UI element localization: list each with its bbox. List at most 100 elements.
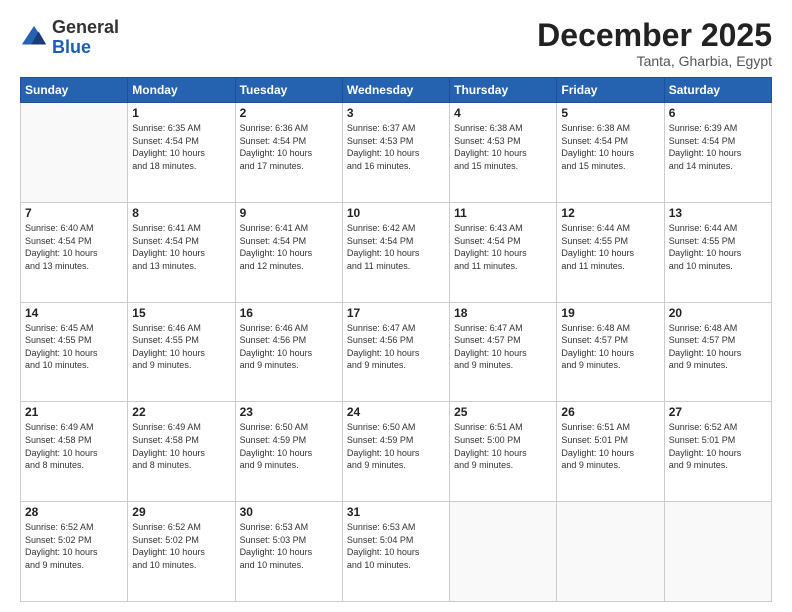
- table-row: 21 Sunrise: 6:49 AM Sunset: 4:58 PM Dayli…: [21, 402, 128, 502]
- calendar-title: December 2025: [537, 18, 772, 53]
- col-wednesday: Wednesday: [342, 78, 449, 103]
- col-saturday: Saturday: [664, 78, 771, 103]
- day-number: 12: [561, 206, 659, 220]
- logo-text: General Blue: [52, 18, 119, 58]
- col-monday: Monday: [128, 78, 235, 103]
- day-number: 22: [132, 405, 230, 419]
- day-number: 6: [669, 106, 767, 120]
- table-row: 17 Sunrise: 6:47 AM Sunset: 4:56 PM Dayli…: [342, 302, 449, 402]
- day-number: 3: [347, 106, 445, 120]
- table-row: 5Sunrise: 6:38 AM Sunset: 4:54 PM Daylig…: [557, 103, 664, 203]
- col-friday: Friday: [557, 78, 664, 103]
- table-row: 26Sunrise: 6:51 AM Sunset: 5:01 PM Dayli…: [557, 402, 664, 502]
- table-row: 9 Sunrise: 6:41 AM Sunset: 4:54 PM Daylig…: [235, 202, 342, 302]
- day-info: Sunrise: 6:44 AM Sunset: 4:55 PM Dayligh…: [669, 222, 767, 272]
- day-number: 24: [347, 405, 445, 419]
- day-info: Sunrise: 6:51 AM Sunset: 5:01 PM Dayligh…: [561, 421, 659, 471]
- table-row: [21, 103, 128, 203]
- day-info: Sunrise: 6:46 AM Sunset: 4:55 PM Dayligh…: [132, 322, 230, 372]
- table-row: 25 Sunrise: 6:51 AM Sunset: 5:00 PM Dayli…: [450, 402, 557, 502]
- day-info: Sunrise: 6:45 AM Sunset: 4:55 PM Dayligh…: [25, 322, 123, 372]
- day-info: Sunrise: 6:53 AM Sunset: 5:04 PM Dayligh…: [347, 521, 445, 571]
- day-info: Sunrise: 6:35 AM Sunset: 4:54 PM Dayligh…: [132, 122, 230, 172]
- calendar-header-row: Sunday Monday Tuesday Wednesday Thursday…: [21, 78, 772, 103]
- table-row: 3Sunrise: 6:37 AM Sunset: 4:53 PM Daylig…: [342, 103, 449, 203]
- calendar-week-row: 14 Sunrise: 6:45 AM Sunset: 4:55 PM Dayli…: [21, 302, 772, 402]
- day-info: Sunrise: 6:50 AM Sunset: 4:59 PM Dayligh…: [347, 421, 445, 471]
- table-row: 8 Sunrise: 6:41 AM Sunset: 4:54 PM Daylig…: [128, 202, 235, 302]
- table-row: 4Sunrise: 6:38 AM Sunset: 4:53 PM Daylig…: [450, 103, 557, 203]
- day-number: 9: [240, 206, 338, 220]
- table-row: 23Sunrise: 6:50 AM Sunset: 4:59 PM Dayli…: [235, 402, 342, 502]
- day-number: 25: [454, 405, 552, 419]
- table-row: 27Sunrise: 6:52 AM Sunset: 5:01 PM Dayli…: [664, 402, 771, 502]
- table-row: [450, 502, 557, 602]
- page: General Blue December 2025 Tanta, Gharbi…: [0, 0, 792, 612]
- day-number: 14: [25, 306, 123, 320]
- day-number: 2: [240, 106, 338, 120]
- table-row: 14 Sunrise: 6:45 AM Sunset: 4:55 PM Dayli…: [21, 302, 128, 402]
- day-number: 17: [347, 306, 445, 320]
- day-info: Sunrise: 6:53 AM Sunset: 5:03 PM Dayligh…: [240, 521, 338, 571]
- day-info: Sunrise: 6:49 AM Sunset: 4:58 PM Dayligh…: [132, 421, 230, 471]
- table-row: 11 Sunrise: 6:43 AM Sunset: 4:54 PM Dayli…: [450, 202, 557, 302]
- table-row: 10Sunrise: 6:42 AM Sunset: 4:54 PM Dayli…: [342, 202, 449, 302]
- day-number: 21: [25, 405, 123, 419]
- day-number: 15: [132, 306, 230, 320]
- col-thursday: Thursday: [450, 78, 557, 103]
- day-info: Sunrise: 6:43 AM Sunset: 4:54 PM Dayligh…: [454, 222, 552, 272]
- logo-icon: [20, 24, 48, 52]
- table-row: 2 Sunrise: 6:36 AM Sunset: 4:54 PM Daylig…: [235, 103, 342, 203]
- day-info: Sunrise: 6:52 AM Sunset: 5:02 PM Dayligh…: [132, 521, 230, 571]
- table-row: 22 Sunrise: 6:49 AM Sunset: 4:58 PM Dayli…: [128, 402, 235, 502]
- day-number: 19: [561, 306, 659, 320]
- day-number: 18: [454, 306, 552, 320]
- table-row: [557, 502, 664, 602]
- day-number: 11: [454, 206, 552, 220]
- day-number: 1: [132, 106, 230, 120]
- table-row: 31 Sunrise: 6:53 AM Sunset: 5:04 PM Dayli…: [342, 502, 449, 602]
- day-info: Sunrise: 6:51 AM Sunset: 5:00 PM Dayligh…: [454, 421, 552, 471]
- logo: General Blue: [20, 18, 119, 58]
- day-info: Sunrise: 6:52 AM Sunset: 5:02 PM Dayligh…: [25, 521, 123, 571]
- calendar-week-row: 7Sunrise: 6:40 AM Sunset: 4:54 PM Daylig…: [21, 202, 772, 302]
- table-row: 24 Sunrise: 6:50 AM Sunset: 4:59 PM Dayli…: [342, 402, 449, 502]
- day-info: Sunrise: 6:40 AM Sunset: 4:54 PM Dayligh…: [25, 222, 123, 272]
- day-info: Sunrise: 6:47 AM Sunset: 4:56 PM Dayligh…: [347, 322, 445, 372]
- day-info: Sunrise: 6:42 AM Sunset: 4:54 PM Dayligh…: [347, 222, 445, 272]
- day-number: 31: [347, 505, 445, 519]
- day-info: Sunrise: 6:44 AM Sunset: 4:55 PM Dayligh…: [561, 222, 659, 272]
- day-info: Sunrise: 6:47 AM Sunset: 4:57 PM Dayligh…: [454, 322, 552, 372]
- day-info: Sunrise: 6:48 AM Sunset: 4:57 PM Dayligh…: [561, 322, 659, 372]
- table-row: 29Sunrise: 6:52 AM Sunset: 5:02 PM Dayli…: [128, 502, 235, 602]
- day-number: 8: [132, 206, 230, 220]
- table-row: 16Sunrise: 6:46 AM Sunset: 4:56 PM Dayli…: [235, 302, 342, 402]
- table-row: [664, 502, 771, 602]
- title-area: December 2025 Tanta, Gharbia, Egypt: [537, 18, 772, 69]
- calendar-week-row: 1 Sunrise: 6:35 AM Sunset: 4:54 PM Daylig…: [21, 103, 772, 203]
- table-row: 20 Sunrise: 6:48 AM Sunset: 4:57 PM Dayli…: [664, 302, 771, 402]
- day-info: Sunrise: 6:52 AM Sunset: 5:01 PM Dayligh…: [669, 421, 767, 471]
- day-info: Sunrise: 6:48 AM Sunset: 4:57 PM Dayligh…: [669, 322, 767, 372]
- table-row: 28Sunrise: 6:52 AM Sunset: 5:02 PM Dayli…: [21, 502, 128, 602]
- calendar-subtitle: Tanta, Gharbia, Egypt: [537, 53, 772, 69]
- table-row: 30 Sunrise: 6:53 AM Sunset: 5:03 PM Dayli…: [235, 502, 342, 602]
- day-info: Sunrise: 6:50 AM Sunset: 4:59 PM Dayligh…: [240, 421, 338, 471]
- logo-general-text: General: [52, 17, 119, 37]
- day-info: Sunrise: 6:41 AM Sunset: 4:54 PM Dayligh…: [240, 222, 338, 272]
- day-number: 5: [561, 106, 659, 120]
- day-info: Sunrise: 6:38 AM Sunset: 4:53 PM Dayligh…: [454, 122, 552, 172]
- day-number: 30: [240, 505, 338, 519]
- col-sunday: Sunday: [21, 78, 128, 103]
- table-row: 6Sunrise: 6:39 AM Sunset: 4:54 PM Daylig…: [664, 103, 771, 203]
- table-row: 13Sunrise: 6:44 AM Sunset: 4:55 PM Dayli…: [664, 202, 771, 302]
- table-row: 12 Sunrise: 6:44 AM Sunset: 4:55 PM Dayli…: [557, 202, 664, 302]
- day-info: Sunrise: 6:36 AM Sunset: 4:54 PM Dayligh…: [240, 122, 338, 172]
- table-row: 15 Sunrise: 6:46 AM Sunset: 4:55 PM Dayli…: [128, 302, 235, 402]
- day-info: Sunrise: 6:41 AM Sunset: 4:54 PM Dayligh…: [132, 222, 230, 272]
- table-row: 7Sunrise: 6:40 AM Sunset: 4:54 PM Daylig…: [21, 202, 128, 302]
- day-number: 20: [669, 306, 767, 320]
- calendar-week-row: 28Sunrise: 6:52 AM Sunset: 5:02 PM Dayli…: [21, 502, 772, 602]
- day-info: Sunrise: 6:49 AM Sunset: 4:58 PM Dayligh…: [25, 421, 123, 471]
- calendar-week-row: 21 Sunrise: 6:49 AM Sunset: 4:58 PM Dayli…: [21, 402, 772, 502]
